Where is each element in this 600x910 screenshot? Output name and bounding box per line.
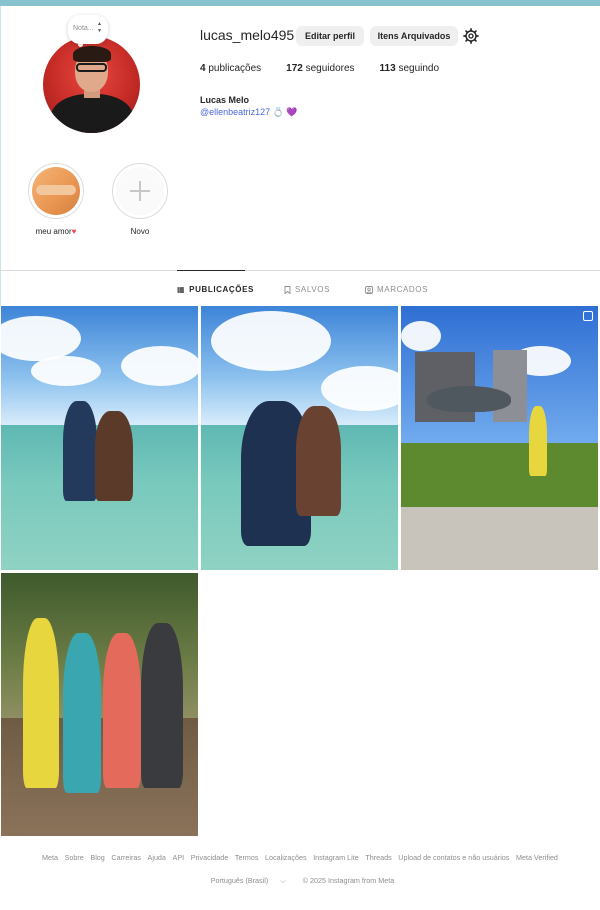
profile-stats: 4 publicações 172 seguidores 113 seguind… [200, 63, 464, 74]
avatar-glasses [76, 63, 107, 72]
top-accent-bar [0, 0, 600, 6]
footer-link[interactable]: Threads [365, 853, 391, 862]
post-thumbnail-1[interactable] [1, 306, 198, 570]
following-label: seguindo [398, 63, 440, 74]
profile-full-name: Lucas Melo [200, 95, 250, 105]
bio-emoji: 💍 💜 [272, 107, 298, 117]
highlight-meu-amor[interactable] [28, 163, 84, 219]
footer-link[interactable]: Localizações [265, 853, 307, 862]
posts-label: publicações [208, 63, 262, 74]
footer-bottom: Português (Brasil) ⌵ © 2025 Instagram fr… [0, 876, 600, 886]
tab-publications[interactable]: ▦ PUBLICAÇÕES [177, 285, 254, 294]
language-selector[interactable]: Português (Brasil) ⌵ [206, 876, 291, 885]
post-thumbnail-4[interactable] [1, 573, 198, 836]
avatar-shirt [51, 94, 133, 133]
avatar-hair [73, 46, 111, 62]
tab-tagged[interactable]: MARCADOS [365, 285, 428, 294]
footer-link[interactable]: API [173, 853, 185, 862]
carousel-icon [583, 311, 593, 321]
left-edge-line [0, 6, 1, 306]
footer-link[interactable]: Meta Verified [516, 853, 558, 862]
highlight-label-meu-amor: meu amor♥ [35, 227, 77, 236]
tabs-divider [0, 270, 600, 271]
footer-link[interactable]: Meta [42, 853, 58, 862]
footer-link[interactable]: Blog [90, 853, 104, 862]
bio-line: @ellenbeatriz127 💍 💜 [200, 107, 298, 118]
footer-link[interactable]: Instagram Lite [313, 853, 359, 862]
footer-link[interactable]: Ajuda [148, 853, 166, 862]
tab-saved[interactable]: SALVOS [284, 285, 330, 294]
posts-stat: 4 publicações [200, 63, 261, 74]
archived-items-button[interactable]: Itens Arquivados [370, 26, 458, 46]
bio-mention-link[interactable]: @ellenbeatriz127 [200, 107, 270, 117]
grid-icon: ▦ [177, 285, 186, 294]
couple-figure [63, 401, 97, 501]
note-bubble[interactable]: Nota... ▲ ▼ [68, 15, 108, 44]
tagged-icon [365, 285, 373, 294]
footer-link[interactable]: Upload de contatos e não usuários [398, 853, 509, 862]
post-thumbnail-3[interactable] [401, 306, 598, 570]
following-count: 113 [379, 63, 396, 74]
jet-aircraft [427, 386, 511, 412]
post-thumbnail-2[interactable] [201, 306, 398, 570]
posts-count: 4 [200, 63, 206, 74]
highlight-label-new: Novo [130, 227, 150, 236]
footer-link[interactable]: Termos [235, 853, 259, 862]
followers-label: seguidores [305, 63, 355, 74]
footer-link[interactable]: Carreiras [111, 853, 141, 862]
highlight-cover-image [32, 167, 80, 215]
copyright: © 2025 Instagram from Meta [302, 876, 395, 885]
highlight-new[interactable] [112, 163, 168, 219]
followers-count: 172 [286, 63, 303, 74]
footer-link[interactable]: Sobre [65, 853, 84, 862]
heart-icon: ♥ [71, 227, 77, 236]
footer-links: Meta Sobre Blog Carreiras Ajuda API Priv… [0, 853, 600, 862]
bookmark-icon [284, 285, 291, 294]
profile-username: lucas_melo495 [200, 27, 295, 43]
followers-stat[interactable]: 172 seguidores [286, 63, 354, 74]
edit-profile-button[interactable]: Editar perfil [296, 26, 364, 46]
plus-icon [130, 181, 150, 201]
active-tab-indicator [177, 270, 245, 271]
profile-avatar[interactable] [43, 36, 140, 133]
gear-icon[interactable] [463, 28, 479, 44]
footer-link[interactable]: Privacidade [191, 853, 229, 862]
note-arrows-icon: ▲ ▼ [97, 21, 102, 34]
chevron-down-icon: ⌵ [280, 876, 286, 885]
note-placeholder: Nota... [73, 25, 94, 32]
following-stat[interactable]: 113 seguindo [380, 63, 440, 74]
